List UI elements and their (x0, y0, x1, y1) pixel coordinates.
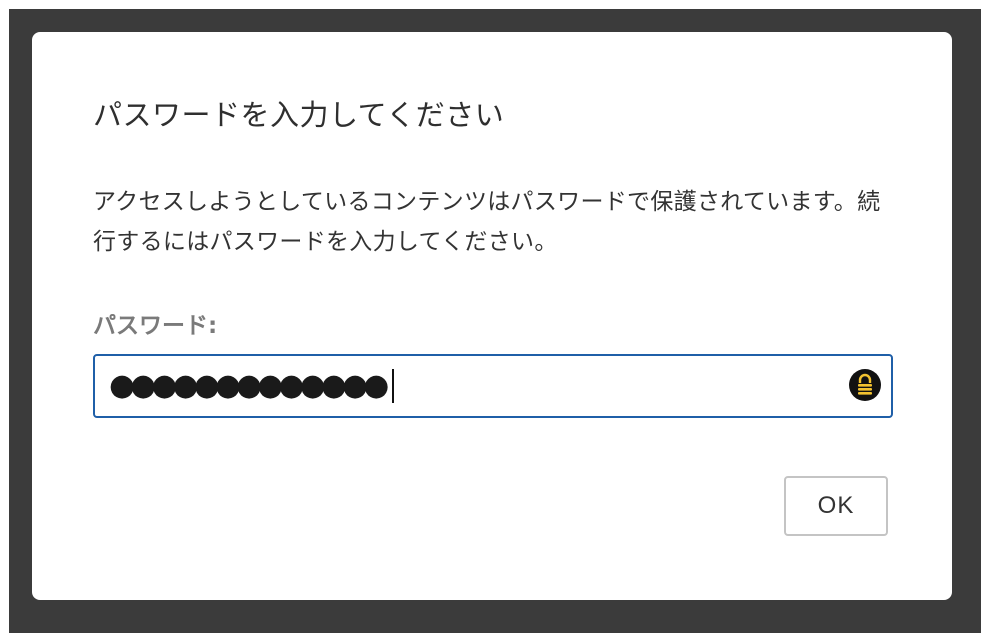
password-input-value: ●●●●●●●●●●●●● (109, 368, 395, 403)
lock-icon[interactable] (849, 369, 881, 401)
ok-button[interactable]: OK (784, 476, 888, 536)
dialog-title: パスワードを入力してください (93, 98, 505, 132)
password-label: パスワード: (93, 313, 218, 339)
password-dots: ●●●●●●●●●●●●● (109, 368, 389, 403)
text-caret (392, 369, 395, 403)
dialog-description: アクセスしようとしているコンテンツはパスワードで保護されています。続行するにはパ… (93, 189, 881, 255)
password-dialog: パスワードを入力してください アクセスしようとしているコンテンツはパスワードで保… (32, 32, 952, 600)
password-input[interactable]: ●●●●●●●●●●●●● (93, 354, 893, 418)
